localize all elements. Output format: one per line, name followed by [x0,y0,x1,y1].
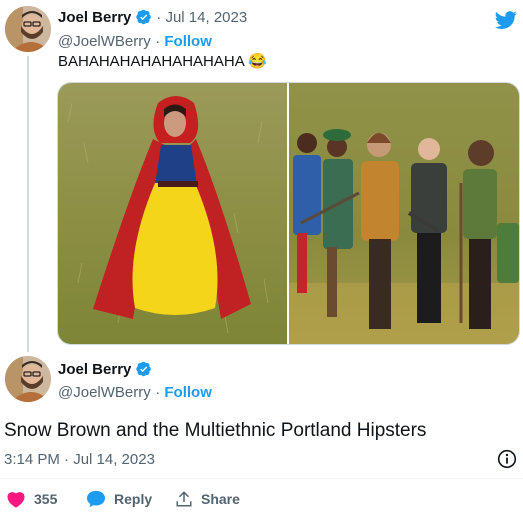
follow-button[interactable]: Follow [164,384,212,401]
reply-bubble-icon [87,490,105,508]
handle[interactable]: @JoelWBerry [58,33,151,50]
like-count: 355 [34,491,58,507]
display-name[interactable]: Joel Berry [58,361,131,378]
photo-group-in-field[interactable] [289,83,519,344]
reply-button[interactable]: Reply [86,490,152,508]
info-icon[interactable] [497,449,517,469]
avatar[interactable] [5,6,51,52]
separator-dot: · [155,384,165,401]
avatar[interactable] [5,356,51,402]
tweet-header: Joel Berry [58,361,152,379]
separator-dot: · [155,33,165,50]
quoted-tweet-text: BAHAHAHAHAHAHAHAHA 😂 [58,53,267,70]
quoted-tweet-header: Joel Berry · Jul 14, 2023 [58,9,247,27]
follow-button[interactable]: Follow [164,33,212,50]
verified-badge-icon [136,9,151,25]
heart-icon [7,492,25,508]
reply-label: Reply [114,491,153,507]
share-button[interactable]: Share [175,490,240,508]
tweet-date[interactable]: Jul 14, 2023 [165,9,247,26]
divider [0,478,523,479]
verified-badge-icon [136,361,151,377]
tweet-text: Snow Brown and the Multiethnic Portland … [4,420,427,441]
photo-red-cloak-field[interactable] [58,83,287,344]
thread-connector-line [27,56,29,352]
twitter-bird-icon[interactable] [494,9,518,31]
like-button[interactable]: 355 [6,490,57,508]
media-grid[interactable] [57,82,520,345]
tweet-timestamp[interactable]: 3:14 PM · Jul 14, 2023 [4,451,155,468]
share-label: Share [201,491,240,507]
display-name[interactable]: Joel Berry [58,9,131,26]
share-icon [176,491,192,507]
handle[interactable]: @JoelWBerry [58,384,151,401]
